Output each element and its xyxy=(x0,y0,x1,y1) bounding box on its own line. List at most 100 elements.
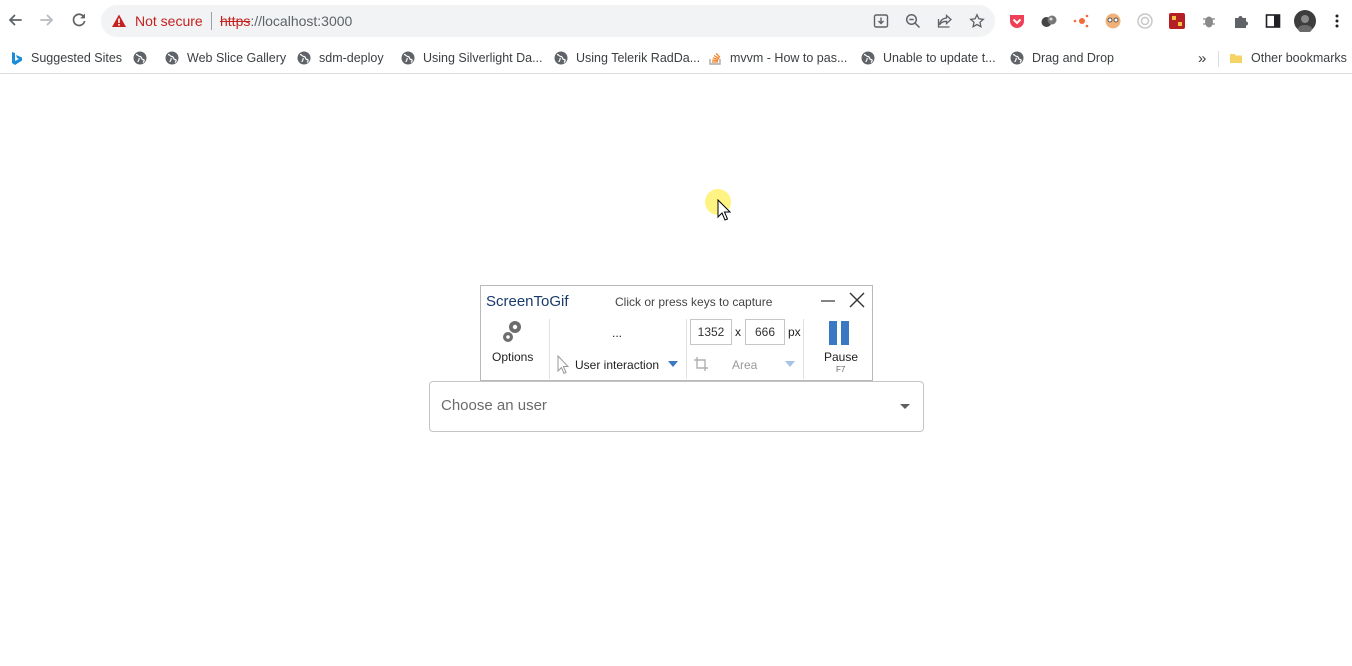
globe-icon xyxy=(133,51,147,65)
bookmark-label: Using Silverlight Da... xyxy=(423,51,543,65)
pause-shortcut: F7 xyxy=(836,365,846,374)
forward-button[interactable] xyxy=(32,5,62,35)
security-status[interactable]: Not secure xyxy=(135,13,203,29)
extension-2[interactable] xyxy=(1038,10,1060,32)
recorder-status-dots: ... xyxy=(612,326,623,340)
globe-icon xyxy=(165,51,179,65)
minimize-icon xyxy=(821,300,835,302)
arrow-right-icon xyxy=(40,14,54,26)
more-vertical-icon xyxy=(1335,14,1339,28)
recorder-divider xyxy=(549,319,550,379)
capture-width-input[interactable]: 1352 xyxy=(690,319,732,345)
url-protocol: https xyxy=(220,13,251,29)
spiral-icon xyxy=(1137,13,1153,29)
arrow-left-icon xyxy=(8,14,22,26)
globe-icon xyxy=(1010,51,1024,65)
bookmark-drag-and-drop[interactable]: Drag and Drop xyxy=(1010,48,1114,68)
download-icon xyxy=(873,14,889,28)
extension-4[interactable] xyxy=(1102,10,1124,32)
globe-icon xyxy=(861,51,875,65)
gears-icon xyxy=(503,321,521,342)
reload-icon xyxy=(72,13,86,27)
recorder-divider xyxy=(803,319,804,379)
area-label: Area xyxy=(732,358,758,372)
bookmark-label: Using Telerik RadDa... xyxy=(576,51,701,65)
mouse-pointer-icon xyxy=(717,199,731,221)
bookmark-untitled[interactable] xyxy=(133,48,155,68)
bookmark-label: Suggested Sites xyxy=(31,51,123,65)
screentogif-recorder: ScreenToGif Click or press keys to captu… xyxy=(480,285,873,381)
bookmark-sdm-deploy[interactable]: sdm-deploy xyxy=(297,48,384,68)
user-select-placeholder: Choose an user xyxy=(441,397,547,414)
globe-icon xyxy=(554,51,568,65)
share-dots-icon xyxy=(1073,14,1089,28)
recorder-minimize-button[interactable] xyxy=(819,291,837,309)
browser-menu-button[interactable] xyxy=(1326,10,1348,32)
bug-icon xyxy=(1203,16,1215,28)
bookmark-mvvm[interactable]: mvvm - How to pas... xyxy=(708,48,847,68)
dimension-unit: px xyxy=(788,325,801,339)
extension-7[interactable] xyxy=(1198,10,1220,32)
install-app-button[interactable] xyxy=(871,11,891,31)
grid-app-icon xyxy=(1169,13,1185,29)
reload-button[interactable] xyxy=(64,5,94,35)
bookmark-suggested-sites[interactable]: Suggested Sites xyxy=(9,48,122,68)
back-button[interactable] xyxy=(0,5,30,35)
omnibox-divider xyxy=(211,12,212,30)
bookmark-unable-to-update[interactable]: Unable to update t... xyxy=(861,48,996,68)
bookmark-star-button[interactable] xyxy=(967,11,987,31)
capture-mode-label: User interaction xyxy=(575,358,660,372)
zoom-out-icon xyxy=(905,13,921,29)
recorder-close-button[interactable] xyxy=(848,291,866,309)
star-icon xyxy=(969,13,985,28)
options-label: Options xyxy=(492,350,534,364)
folder-icon xyxy=(1230,54,1242,63)
recorder-hint: Click or press keys to capture xyxy=(615,295,773,309)
share-button[interactable] xyxy=(935,11,955,31)
caret-down-icon xyxy=(668,361,678,367)
extension-6[interactable] xyxy=(1166,10,1188,32)
url-text[interactable]: https://localhost:3000 xyxy=(220,13,352,29)
bookmark-telerik[interactable]: Using Telerik RadDa... xyxy=(554,48,700,68)
puzzle-icon xyxy=(1235,16,1248,28)
chevron-double-right-icon: » xyxy=(1198,49,1207,67)
bookmarks-overflow-button[interactable]: » xyxy=(1198,48,1206,68)
extensions-menu-button[interactable] xyxy=(1230,10,1252,32)
profile-button[interactable] xyxy=(1294,10,1316,32)
pocket-extension[interactable] xyxy=(1006,10,1028,32)
dimension-separator: x xyxy=(735,325,741,339)
side-panel-icon xyxy=(1265,14,1281,28)
side-panel-button[interactable] xyxy=(1262,10,1284,32)
caret-down-icon xyxy=(900,404,910,409)
bookmark-silverlight[interactable]: Using Silverlight Da... xyxy=(401,48,543,68)
user-select[interactable]: Choose an user xyxy=(429,381,924,432)
extension-3[interactable] xyxy=(1070,10,1092,32)
globe-icon xyxy=(297,51,311,65)
bing-icon xyxy=(12,52,22,65)
balls-icon xyxy=(1041,15,1057,27)
recorder-title: ScreenToGif xyxy=(486,293,569,310)
pointer-icon xyxy=(557,355,569,375)
bookmark-label: sdm-deploy xyxy=(319,51,384,65)
extension-5[interactable] xyxy=(1134,10,1156,32)
bookmark-web-slice-gallery[interactable]: Web Slice Gallery xyxy=(165,48,286,68)
warning-icon xyxy=(112,14,126,27)
zoom-button[interactable] xyxy=(903,11,923,31)
recorder-divider xyxy=(686,319,687,379)
url-host: ://localhost:3000 xyxy=(250,13,353,29)
avatar xyxy=(1294,10,1316,32)
browser-toolbar: Not secure https://localhost:3000 xyxy=(0,0,1352,42)
bookmark-label: Web Slice Gallery xyxy=(187,51,287,65)
bookmarks-bar: Suggested Sites Web Slice Gallery sdm-de… xyxy=(0,42,1352,74)
globe-icon xyxy=(401,51,415,65)
capture-height-input[interactable]: 666 xyxy=(745,319,785,345)
bookmark-other-bookmarks[interactable]: Other bookmarks xyxy=(1229,48,1347,68)
address-bar[interactable]: Not secure https://localhost:3000 xyxy=(101,5,995,37)
bookmark-label: Drag and Drop xyxy=(1032,51,1114,65)
bookmark-label: Unable to update t... xyxy=(883,51,996,65)
caret-down-icon xyxy=(785,361,795,367)
stackoverflow-icon xyxy=(709,52,721,65)
face-icon xyxy=(1105,13,1121,29)
bookmarks-divider xyxy=(1218,51,1219,67)
close-icon xyxy=(849,292,865,308)
